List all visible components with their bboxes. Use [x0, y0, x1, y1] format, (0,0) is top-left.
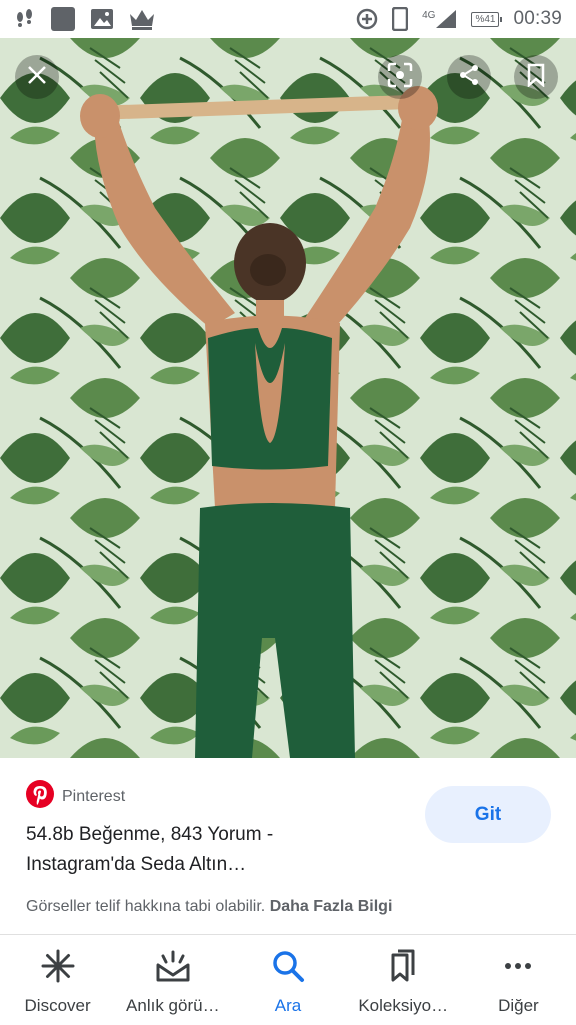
close-icon — [26, 64, 48, 91]
copyright-notice: Görseller telif hakkına tabi olabilir. D… — [26, 898, 392, 916]
nav-label: Diğer — [498, 996, 539, 1015]
nav-collections[interactable]: Koleksiyo… — [346, 935, 461, 1025]
bookmark-icon — [526, 63, 546, 92]
nav-search[interactable]: Ara — [230, 935, 345, 1025]
status-bar: 4G %41 00:39 — [0, 0, 576, 38]
gallery-icon — [90, 8, 114, 30]
search-icon — [271, 949, 305, 988]
source-row[interactable]: Pinterest — [26, 780, 125, 813]
more-icon — [501, 949, 535, 988]
signal-icon: 4G — [422, 9, 457, 29]
footprints-icon — [14, 9, 36, 29]
pinterest-logo-icon — [26, 780, 54, 813]
nav-label: Anlık görü… — [126, 996, 220, 1015]
asterisk-icon — [41, 949, 75, 988]
battery-indicator: %41 — [471, 11, 503, 27]
crown-icon — [128, 8, 156, 30]
share-button[interactable] — [447, 55, 491, 99]
result-title[interactable]: 54.8b Beğenme, 843 Yorum - Instagram'da … — [26, 820, 406, 880]
title-line-1: 54.8b Beğenme, 843 Yorum - — [26, 824, 274, 845]
source-name: Pinterest — [62, 787, 126, 805]
visit-button[interactable]: Git — [425, 786, 551, 843]
updates-icon — [155, 949, 191, 988]
bottom-navigation: Discover Anlık görü… Ara Koleksiyo… Diğe… — [0, 934, 576, 1025]
title-line-2: Instagram'da Seda Altın… — [26, 854, 247, 875]
lens-icon — [387, 62, 413, 93]
close-button[interactable] — [15, 55, 59, 99]
nav-discover[interactable]: Discover — [0, 935, 115, 1025]
share-icon — [457, 63, 481, 92]
nav-label: Discover — [24, 996, 91, 1015]
image-preview[interactable] — [0, 38, 576, 758]
nav-label: Ara — [274, 996, 302, 1015]
result-info-card: Pinterest Git 54.8b Beğenme, 843 Yorum -… — [0, 758, 576, 934]
collections-icon — [387, 949, 419, 988]
network-type: 4G — [422, 9, 436, 21]
data-saver-icon — [356, 8, 378, 30]
copyright-text: Görseller telif hakkına tabi olabilir. — [26, 898, 266, 915]
clock: 00:39 — [513, 8, 562, 29]
phone-icon — [392, 7, 409, 31]
nav-updates[interactable]: Anlık görü… — [115, 935, 230, 1025]
lens-button[interactable] — [378, 55, 422, 99]
nav-more[interactable]: Diğer — [461, 935, 576, 1025]
more-info-link[interactable]: Daha Fazla Bilgi — [270, 898, 393, 915]
nav-label: Koleksiyo… — [358, 996, 449, 1015]
save-button[interactable] — [514, 55, 558, 99]
app-square-icon — [50, 6, 76, 32]
photo-illustration — [0, 38, 576, 758]
